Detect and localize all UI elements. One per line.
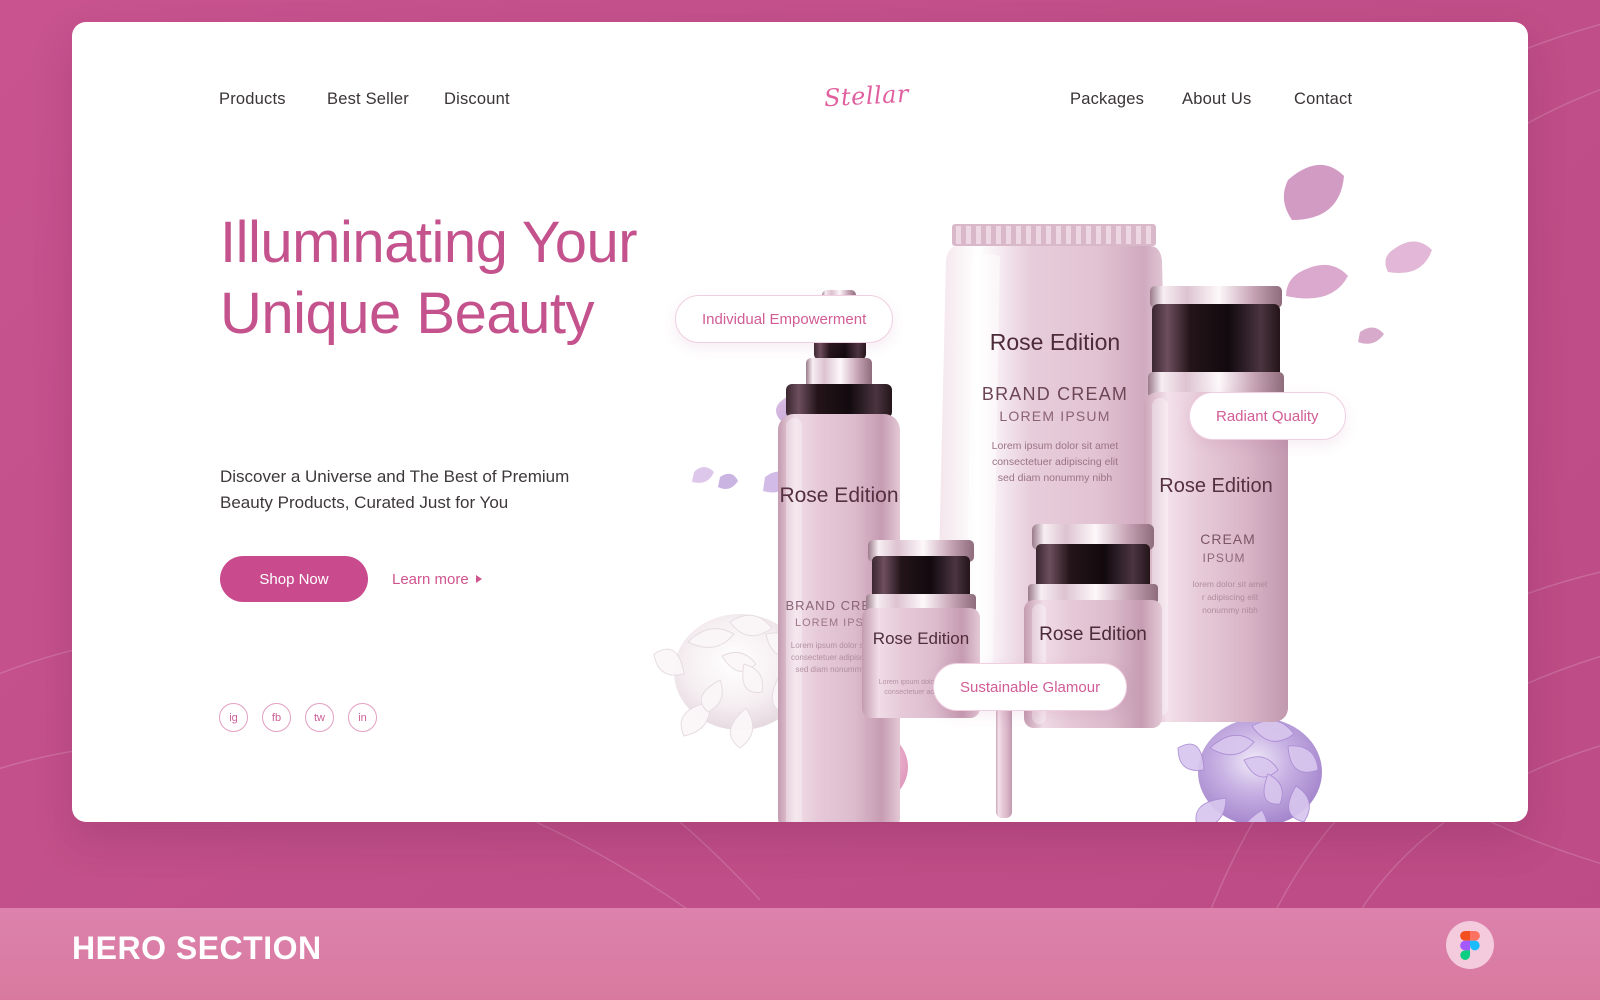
navbar: Products Best Seller Discount Stellar Pa… [72,22,1528,142]
social-icon-facebook[interactable]: fb [262,703,291,732]
shop-now-button[interactable]: Shop Now [220,556,368,602]
figma-logo-badge[interactable] [1446,921,1494,969]
social-icon-twitter[interactable]: tw [305,703,334,732]
svg-text:r adipiscing elit: r adipiscing elit [1202,592,1259,602]
section-label-band: HERO SECTION [0,908,1600,1000]
nav-item-about-us[interactable]: About Us [1182,90,1251,109]
hero-card: Products Best Seller Discount Stellar Pa… [72,22,1528,822]
nav-item-best-seller[interactable]: Best Seller [327,90,409,109]
svg-text:lorem dolor sit amet: lorem dolor sit amet [1193,579,1268,589]
right-bottle-product: CREAM [1200,531,1256,547]
right-bottle-title: Rose Edition [1159,475,1272,497]
large-jar-title: Rose Edition [1039,624,1147,645]
product-right-bottle: Rose Edition CREAM IPSUM lorem dolor sit… [1144,286,1288,722]
small-jar-title: Rose Edition [873,629,969,648]
section-title: HERO SECTION [72,930,322,966]
social-icon-linkedin[interactable]: in [348,703,377,732]
page-background: Products Best Seller Discount Stellar Pa… [0,0,1600,1000]
hero-subheadline: Discover a Universe and The Best of Prem… [220,467,570,513]
social-links: ig fb tw in [219,703,377,732]
tube-body-3: sed diam nonummy nibh [998,472,1113,484]
tube-subtitle: LOREM IPSUM [999,408,1110,424]
cosmetics-illustration: Rose Edition BRAND CREAM LOREM IPSUM Lor… [653,164,1432,822]
brand-logo[interactable]: Stellar [823,80,909,112]
feature-pill-individual-empowerment[interactable]: Individual Empowerment [675,295,894,343]
nav-item-contact[interactable]: Contact [1294,90,1352,109]
tube-body-2: consectetuer adipiscing elit [992,456,1118,468]
nav-item-products[interactable]: Products [219,90,286,109]
feature-pill-radiant-quality[interactable]: Radiant Quality [1189,392,1346,440]
nav-item-packages[interactable]: Packages [1070,90,1144,109]
social-icon-instagram[interactable]: ig [219,703,248,732]
tall-bottle-title: Rose Edition [779,484,898,507]
feature-pill-sustainable-glamour[interactable]: Sustainable Glamour [933,663,1128,711]
learn-more-link[interactable]: Learn more [392,571,482,588]
right-bottle-subtitle: IPSUM [1202,551,1245,565]
figma-icon [1460,930,1480,960]
hero-cta-row: Shop Now Learn more [220,556,482,602]
play-triangle-icon [475,575,482,583]
tube-title: Rose Edition [990,329,1120,355]
svg-text:nonummy nibh: nonummy nibh [1202,605,1258,615]
tube-body-1: Lorem ipsum dolor sit amet [992,440,1119,452]
learn-more-label: Learn more [392,570,469,588]
nav-item-discount[interactable]: Discount [444,90,510,109]
tube-product: BRAND CREAM [982,384,1128,404]
hero-headline: Illuminating Your Unique Beauty [220,210,638,346]
purple-flower [1177,718,1322,822]
